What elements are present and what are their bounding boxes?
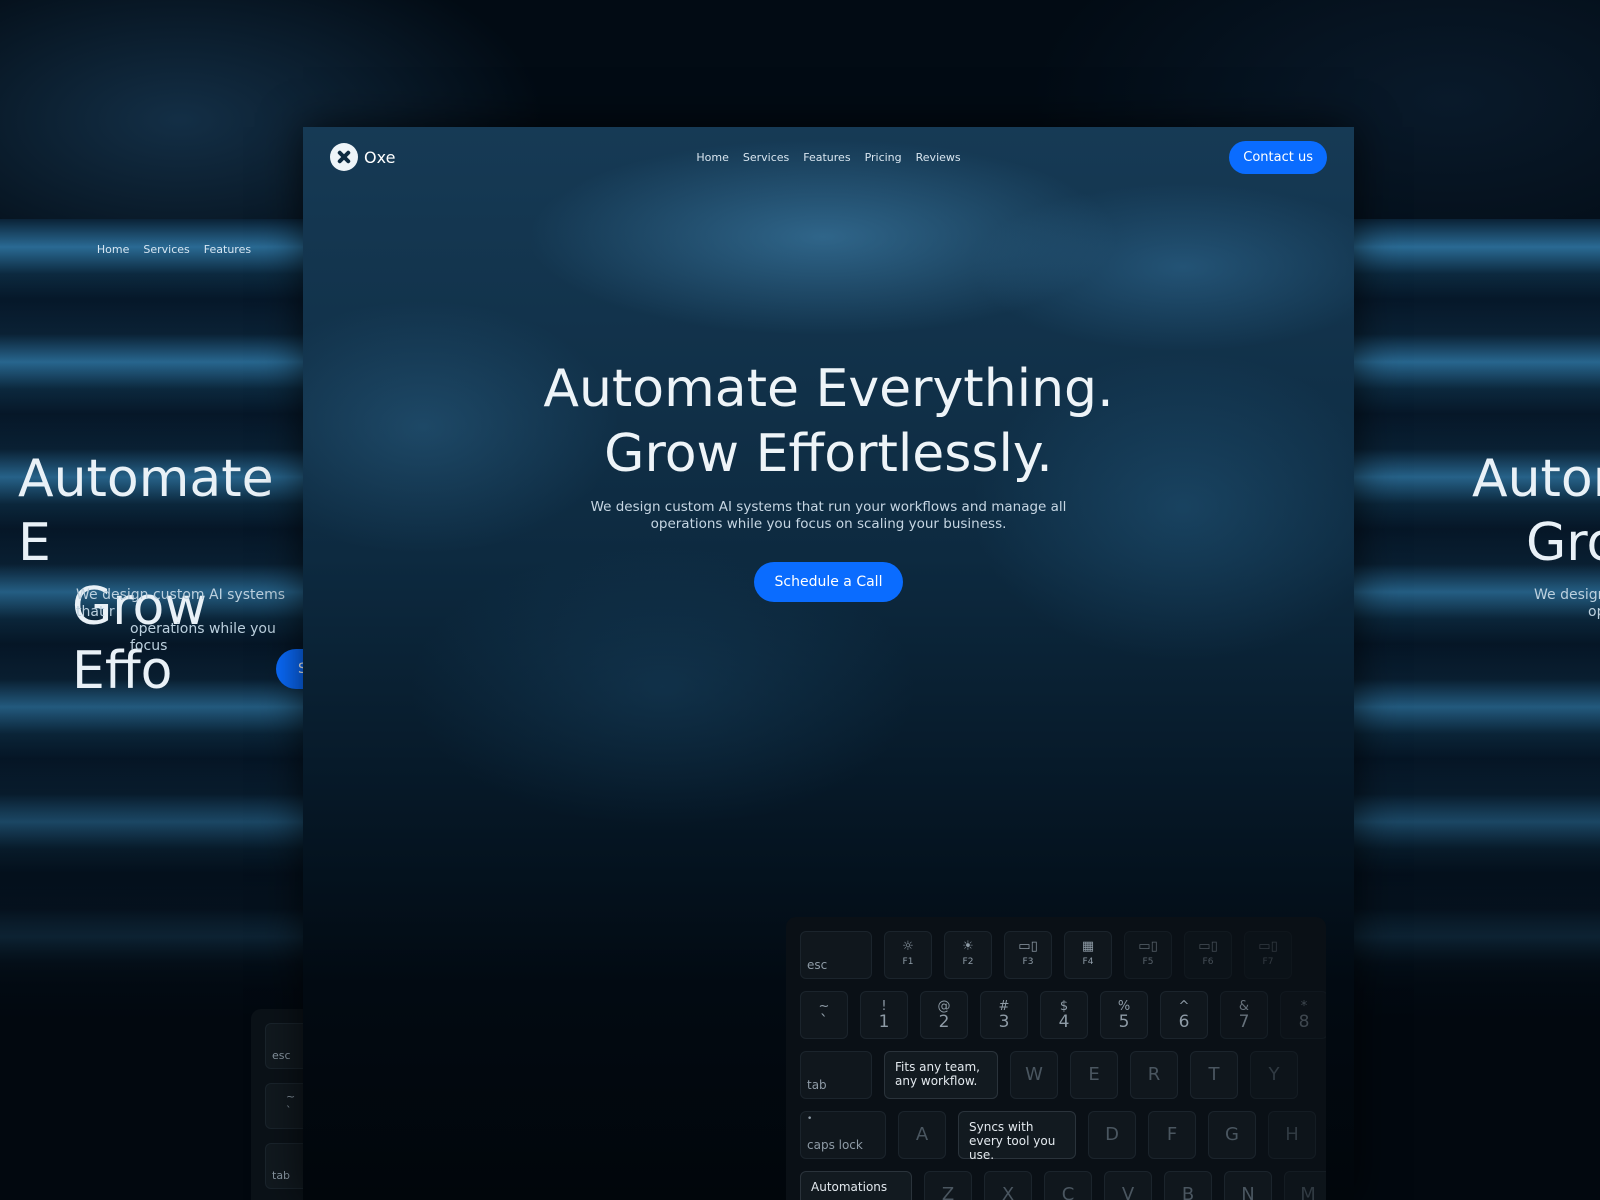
callout-syncs-tools: Syncs with every tool you use. bbox=[958, 1111, 1076, 1162]
hero-subtitle-line1: We design custom AI systems that run you… bbox=[590, 499, 1067, 515]
hero-headline-line1: Automate Everything. bbox=[543, 359, 1114, 419]
left-key-tab: tab bbox=[265, 1143, 304, 1189]
schedule-call-button[interactable]: Schedule a Call bbox=[753, 562, 904, 602]
hero-headline: Automate Everything. Grow Effortlessly. bbox=[303, 357, 1354, 487]
hero-section: Automate Everything. Grow Effortlessly. … bbox=[303, 357, 1354, 602]
key-c: C bbox=[1044, 1171, 1092, 1200]
callout-fits-team: Fits any team, any workflow. bbox=[884, 1051, 998, 1099]
left-key-esc: esc bbox=[265, 1023, 304, 1069]
nav-features[interactable]: Features bbox=[803, 151, 850, 164]
key-f: F bbox=[1148, 1111, 1196, 1159]
right-headline: Autor Gro bbox=[1472, 447, 1600, 575]
left-preview: Home Services Features Automate E Grow E… bbox=[0, 219, 304, 1200]
key-x: X bbox=[984, 1171, 1032, 1200]
key-z: Z bbox=[924, 1171, 972, 1200]
key-f4: ▦ F4 bbox=[1064, 931, 1112, 979]
right-preview: Autor Gro We design op bbox=[1354, 219, 1600, 1200]
key-1: ! 1 bbox=[860, 991, 908, 1039]
hero-headline-line2: Grow Effortlessly. bbox=[604, 424, 1053, 484]
right-subtitle-line1: We design bbox=[1534, 587, 1600, 603]
key-caps-lock: • caps lock bbox=[800, 1111, 886, 1159]
key-f6: ▭▯ F6 bbox=[1184, 931, 1232, 979]
left-key-tilde: ~ ` bbox=[265, 1083, 304, 1129]
left-nav-home[interactable]: Home bbox=[97, 243, 129, 256]
callout-automations: Automations bbox=[800, 1171, 912, 1200]
key-4: $4 bbox=[1040, 991, 1088, 1039]
key-3: #3 bbox=[980, 991, 1028, 1039]
key-d: D bbox=[1088, 1111, 1136, 1159]
left-nav-services[interactable]: Services bbox=[143, 243, 189, 256]
key-m: M bbox=[1284, 1171, 1326, 1200]
nav-home[interactable]: Home bbox=[696, 151, 728, 164]
key-5: % 5 bbox=[1100, 991, 1148, 1039]
nav-services[interactable]: Services bbox=[743, 151, 789, 164]
key-v: V bbox=[1104, 1171, 1152, 1200]
key-b: B bbox=[1164, 1171, 1212, 1200]
key-g: G bbox=[1208, 1111, 1256, 1159]
contact-button[interactable]: Contact us bbox=[1229, 141, 1327, 174]
left-nav-features[interactable]: Features bbox=[204, 243, 251, 256]
key-7: & 7 bbox=[1220, 991, 1268, 1039]
key-n: N bbox=[1224, 1171, 1272, 1200]
key-a: A bbox=[898, 1111, 946, 1159]
key-f1: ☼ F1 bbox=[884, 931, 932, 979]
top-navbar: Oxe Home Services Features Pricing Revie… bbox=[330, 141, 1327, 175]
key-t: T bbox=[1190, 1051, 1238, 1099]
key-tab: tab bbox=[800, 1051, 872, 1099]
left-headline: Automate E Grow Effo bbox=[18, 447, 304, 703]
left-keyboard: esc ~ ` tab bbox=[251, 1009, 304, 1200]
left-subtitle-line2: operations while you focus bbox=[130, 621, 276, 654]
left-subtitle-line1: We design custom AI systems that r bbox=[76, 587, 286, 620]
main-menu: Home Services Features Pricing Reviews bbox=[330, 151, 1327, 164]
key-f5: ▭▯ F5 bbox=[1124, 931, 1172, 979]
left-headline-line1: Automate E bbox=[18, 449, 274, 573]
key-y: Y bbox=[1250, 1051, 1298, 1099]
nav-reviews[interactable]: Reviews bbox=[916, 151, 961, 164]
key-2: @2 bbox=[920, 991, 968, 1039]
key-tilde: ~ ` bbox=[800, 991, 848, 1039]
hero-subtitle-line2: operations while you focus on scaling yo… bbox=[650, 516, 1007, 532]
left-nav: Home Services Features bbox=[0, 243, 304, 256]
showcase-stage: Home Services Features Automate E Grow E… bbox=[0, 0, 1600, 1200]
left-subtitle: We design custom AI systems that r opera… bbox=[76, 587, 304, 655]
right-headline-line1: Autor bbox=[1472, 449, 1600, 509]
right-subtitle-line2: op bbox=[1588, 604, 1600, 620]
key-f3: ▭▯ F3 bbox=[1004, 931, 1052, 979]
key-h: H bbox=[1268, 1111, 1316, 1159]
key-6: ^ 6 bbox=[1160, 991, 1208, 1039]
key-f7: ▭▯ F7 bbox=[1244, 931, 1292, 979]
right-subtitle: We design op bbox=[1534, 587, 1600, 621]
main-page-preview: Oxe Home Services Features Pricing Revie… bbox=[303, 127, 1354, 1200]
hero-subtitle: We design custom AI systems that run you… bbox=[303, 499, 1354, 533]
key-esc: esc bbox=[800, 931, 872, 979]
keyboard-visual: esc ☼ F1 ☀ F2 ▭▯ F3 ▦ F4 ▭▯ F5 ▭▯ F6 ▭▯ F7 ~ ` !… bbox=[786, 917, 1326, 1200]
key-8: * 8 bbox=[1280, 991, 1326, 1039]
key-w: W bbox=[1010, 1051, 1058, 1099]
key-e: E bbox=[1070, 1051, 1118, 1099]
nav-pricing[interactable]: Pricing bbox=[865, 151, 902, 164]
key-f2: ☀ F2 bbox=[944, 931, 992, 979]
right-headline-line2: Gro bbox=[1526, 513, 1600, 573]
key-r: R bbox=[1130, 1051, 1178, 1099]
